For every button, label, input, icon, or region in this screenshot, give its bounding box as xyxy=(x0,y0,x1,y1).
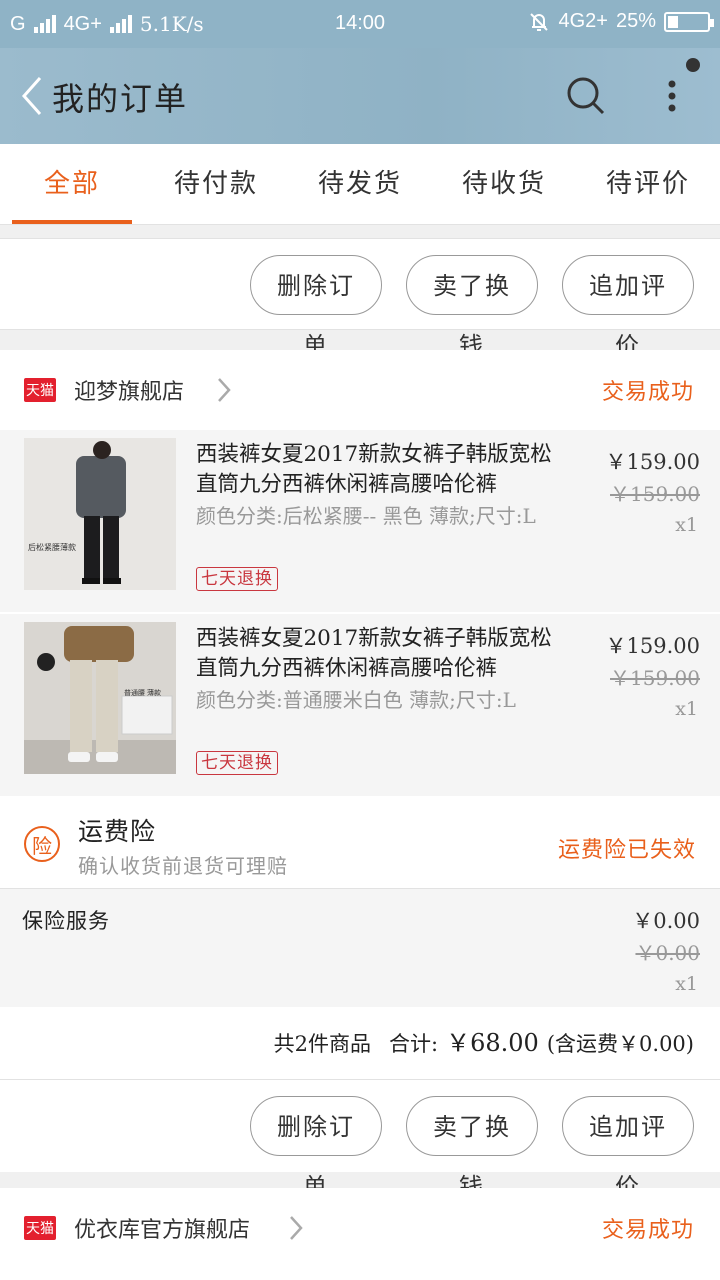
network-type: 4G2+ xyxy=(558,10,608,32)
product-price: ￥159.00 xyxy=(605,450,700,474)
tab-pending-shipment[interactable]: 待发货 xyxy=(288,144,432,224)
battery-icon xyxy=(664,11,714,32)
product-qty: x1 xyxy=(675,698,698,720)
service-label: 保险服务 xyxy=(22,909,110,933)
shop-header[interactable]: 天猫 迎梦旗舰店 交易成功 xyxy=(0,350,720,430)
delete-order-button[interactable]: 删除订单 xyxy=(250,255,382,360)
search-icon[interactable] xyxy=(566,76,606,116)
order-item[interactable]: 普通腰 薄款 西装裤女夏2017新款女裤子韩版宽松直筒九分西裤休闲裤高腰哈伦裤 … xyxy=(0,614,720,796)
total-label: 合计: xyxy=(389,1032,439,1056)
insurance-title: 运费险 xyxy=(78,817,157,846)
order-card: 天猫 迎梦旗舰店 交易成功 后松紧腰薄款 西装裤女夏2017新款女裤子韩版宽松直… xyxy=(0,350,720,1201)
add-review-button[interactable]: 追加评价 xyxy=(562,1096,694,1201)
order-total: ￥68.00 xyxy=(446,1029,539,1057)
product-name: 西装裤女夏2017新款女裤子韩版宽松直筒九分西裤休闲裤高腰哈伦裤 xyxy=(196,442,552,497)
product-price: ￥159.00 xyxy=(605,634,700,658)
product-image: 普通腰 薄款 xyxy=(24,622,176,774)
order-status: 交易成功 xyxy=(601,1218,694,1243)
insurance-icon: 险 xyxy=(24,826,60,862)
product-image: 后松紧腰薄款 xyxy=(24,438,176,590)
sell-button[interactable]: 卖了换钱 xyxy=(406,255,538,360)
notification-dot xyxy=(686,58,700,72)
product-qty: x1 xyxy=(675,514,698,536)
order-item[interactable]: 后松紧腰薄款 西装裤女夏2017新款女裤子韩版宽松直筒九分西裤休闲裤高腰哈伦裤 … xyxy=(0,430,720,612)
item-count: 共2件商品 xyxy=(273,1032,372,1056)
tab-pending-review[interactable]: 待评价 xyxy=(576,144,720,224)
tmall-badge: 天猫 xyxy=(24,378,56,402)
thumb-caption: 普通腰 薄款 xyxy=(124,690,161,697)
service-original-price: ￥0.00 xyxy=(635,941,700,965)
sell-button[interactable]: 卖了换钱 xyxy=(406,1096,538,1201)
shop-name[interactable]: 迎梦旗舰店 xyxy=(74,374,184,406)
tab-pending-payment[interactable]: 待付款 xyxy=(144,144,288,224)
order-card: 天猫 优衣库官方旗舰店 交易成功 xyxy=(0,1188,720,1280)
chevron-right-icon xyxy=(290,1216,303,1240)
insurance-status: 运费险已失效 xyxy=(557,838,696,863)
product-name: 西装裤女夏2017新款女裤子韩版宽松直筒九分西裤休闲裤高腰哈伦裤 xyxy=(196,626,552,681)
delete-order-button[interactable]: 删除订单 xyxy=(250,1096,382,1201)
order-tabs: 全部 待付款 待发货 待收货 待评价 xyxy=(0,144,720,225)
original-price: ￥159.00 xyxy=(610,482,700,506)
insurance-subtitle: 确认收货前退货可理赔 xyxy=(78,854,288,878)
thumb-caption: 后松紧腰薄款 xyxy=(28,543,76,552)
status-bar: G 4G+ 5.1K/s 14:00 4G2+ 25% xyxy=(0,0,720,48)
page-title: 我的订单 xyxy=(52,80,189,118)
shipping-fee: (含运费￥0.00) xyxy=(546,1032,694,1056)
add-review-button[interactable]: 追加评价 xyxy=(562,255,694,360)
tab-all[interactable]: 全部 xyxy=(0,144,144,224)
shop-name[interactable]: 优衣库官方旗舰店 xyxy=(74,1212,250,1244)
battery-percent: 25% xyxy=(615,10,656,32)
service-qty: x1 xyxy=(675,973,698,995)
return-badge: 七天退换 xyxy=(196,567,278,591)
tab-pending-receipt[interactable]: 待收货 xyxy=(432,144,576,224)
return-badge: 七天退换 xyxy=(196,751,278,775)
shop-header[interactable]: 天猫 优衣库官方旗舰店 交易成功 xyxy=(0,1188,720,1268)
order-summary: 共2件商品 合计: ￥68.00 (含运费￥0.00) xyxy=(0,1007,720,1080)
insurance-service-row: 保险服务 ￥0.00 ￥0.00 x1 xyxy=(0,888,720,1007)
back-icon[interactable] xyxy=(14,72,54,120)
shipping-insurance[interactable]: 险 运费险 确认收货前退货可理赔 运费险已失效 xyxy=(0,796,720,888)
chevron-right-icon xyxy=(218,378,231,402)
service-price: ￥0.00 xyxy=(632,909,700,933)
order-actions: 删除订单 卖了换钱 追加评价 xyxy=(0,1080,720,1201)
order-status: 交易成功 xyxy=(601,380,694,405)
more-icon[interactable] xyxy=(660,72,684,120)
order-actions: 删除订单 卖了换钱 追加评价 xyxy=(0,238,720,360)
product-sku: 颜色分类:后松紧腰-- 黑色 薄款;尺寸:L xyxy=(196,504,536,528)
alarm-off-icon xyxy=(530,12,549,31)
original-price: ￥159.00 xyxy=(610,666,700,690)
tmall-badge: 天猫 xyxy=(24,1216,56,1240)
app-bar: 我的订单 xyxy=(0,48,720,144)
product-sku: 颜色分类:普通腰米白色 薄款;尺寸:L xyxy=(196,688,516,712)
